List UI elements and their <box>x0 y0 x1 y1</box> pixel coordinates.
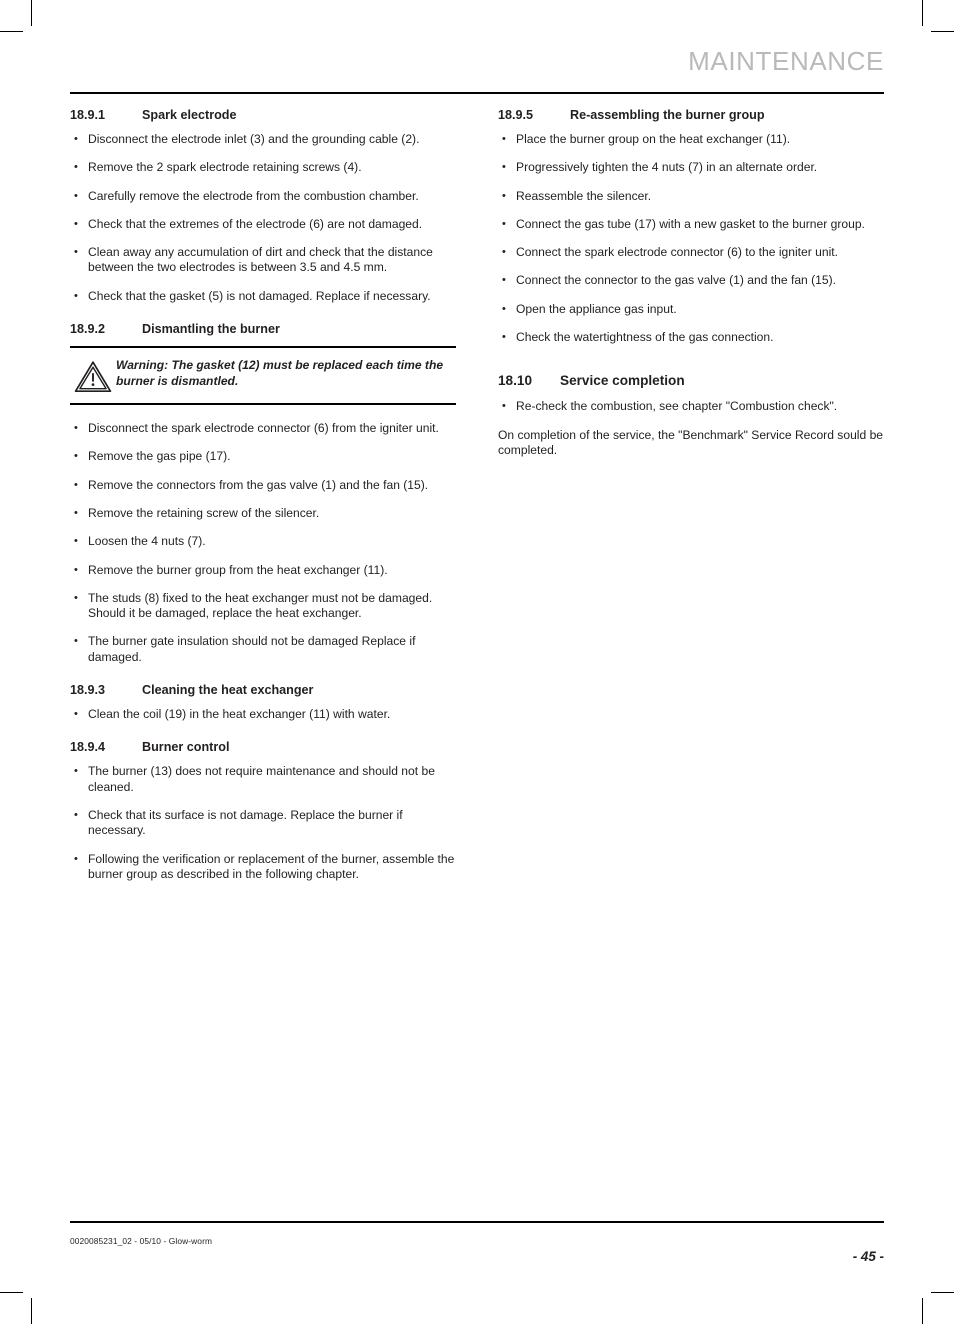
list-item: Remove the 2 spark electrode retaining s… <box>70 160 456 176</box>
closing-paragraph: On completion of the service, the "Bench… <box>498 427 884 457</box>
crop-mark-bottom-left-horizontal <box>0 1292 23 1293</box>
list-item: Reassemble the silencer. <box>498 189 884 205</box>
section-number: 18.9.1 <box>70 108 106 122</box>
warning-triangle-icon <box>70 358 116 393</box>
list-item: Disconnect the electrode inlet (3) and t… <box>70 132 456 148</box>
list-item: The burner gate insulation should not be… <box>70 634 456 665</box>
document-page: MAINTENANCE 18.9.1 Spark electrode Disco… <box>70 0 884 1324</box>
section-number: 18.10 <box>498 373 533 389</box>
section-18-9-5: 18.9.5 Re-assembling the burner group Pl… <box>498 108 884 346</box>
list-item: Following the verification or replacemen… <box>70 852 456 883</box>
bullet-list: Place the burner group on the heat excha… <box>498 132 884 346</box>
list-item: Clean away any accumulation of dirt and … <box>70 245 456 276</box>
section-number: 18.9.4 <box>70 740 106 755</box>
right-column: 18.9.5 Re-assembling the burner group Pl… <box>498 108 884 458</box>
list-item: Place the burner group on the heat excha… <box>498 132 884 148</box>
section-heading: 18.9.5 Re-assembling the burner group <box>498 108 884 122</box>
list-item: Check that the gasket (5) is not damaged… <box>70 289 456 305</box>
list-item: Check that its surface is not damage. Re… <box>70 808 456 839</box>
header-divider-rule <box>70 92 884 94</box>
list-item: Progressively tighten the 4 nuts (7) in … <box>498 160 884 176</box>
page-header: MAINTENANCE <box>70 48 884 74</box>
bullet-list: Re-check the combustion, see chapter "Co… <box>498 399 884 415</box>
left-column: 18.9.1 Spark electrode Disconnect the el… <box>70 108 456 882</box>
section-18-9-3: 18.9.3 Cleaning the heat exchanger Clean… <box>70 683 456 723</box>
crop-mark-bottom-left-vertical <box>31 1298 32 1324</box>
list-item: The burner (13) does not require mainten… <box>70 764 456 795</box>
list-item: Remove the retaining screw of the silenc… <box>70 506 456 522</box>
section-title: Burner control <box>142 740 230 755</box>
crop-mark-bottom-right-vertical <box>922 1298 923 1324</box>
section-title: Dismantling the burner <box>142 322 280 337</box>
crop-mark-top-left-vertical <box>31 0 32 26</box>
footer-page-number: - 45 - <box>852 1249 884 1264</box>
list-item: Connect the connector to the gas valve (… <box>498 273 884 289</box>
list-item: Remove the connectors from the gas valve… <box>70 478 456 494</box>
crop-mark-bottom-right-horizontal <box>931 1292 954 1293</box>
list-item: Connect the spark electrode connector (6… <box>498 245 884 261</box>
list-item: Check that the extremes of the electrode… <box>70 217 456 233</box>
section-18-10: 18.10 Service completion Re-check the co… <box>498 373 884 458</box>
list-item: Remove the burner group from the heat ex… <box>70 563 456 579</box>
list-item: Connect the gas tube (17) with a new gas… <box>498 217 884 233</box>
section-heading: 18.9.4 Burner control <box>70 740 456 754</box>
section-heading: 18.9.3 Cleaning the heat exchanger <box>70 683 456 697</box>
warning-text: Warning: The gasket (12) must be replace… <box>116 358 444 388</box>
section-title: Re-assembling the burner group <box>570 108 765 122</box>
list-item: Clean the coil (19) in the heat exchange… <box>70 707 456 723</box>
section-heading: 18.9.2 Dismantling the burner <box>70 322 456 336</box>
section-heading: 18.9.1 Spark electrode <box>70 108 456 122</box>
section-title: Service completion <box>560 373 685 389</box>
section-number: 18.9.5 <box>498 108 534 122</box>
bullet-list: Clean the coil (19) in the heat exchange… <box>70 707 456 723</box>
page-header-title: MAINTENANCE <box>688 46 884 76</box>
list-item: Disconnect the spark electrode connector… <box>70 421 456 437</box>
list-item: Open the appliance gas input. <box>498 302 884 318</box>
section-number: 18.9.2 <box>70 322 106 337</box>
list-item: Remove the gas pipe (17). <box>70 449 456 465</box>
list-item: Check the watertightness of the gas conn… <box>498 330 884 346</box>
footer-divider-rule <box>70 1221 884 1223</box>
section-heading: 18.10 Service completion <box>498 373 884 388</box>
footer-document-code: 0020085231_02 - 05/10 - Glow-worm <box>70 1236 213 1246</box>
crop-mark-top-right-vertical <box>922 0 923 26</box>
warning-callout: Warning: The gasket (12) must be replace… <box>70 346 456 406</box>
section-title: Spark electrode <box>142 108 237 122</box>
list-item: Re-check the combustion, see chapter "Co… <box>498 399 884 415</box>
bullet-list: The burner (13) does not require mainten… <box>70 764 456 882</box>
crop-mark-top-left-horizontal <box>0 31 23 32</box>
list-item: Loosen the 4 nuts (7). <box>70 534 456 550</box>
section-18-9-2: 18.9.2 Dismantling the burner Warning: T… <box>70 322 456 665</box>
section-18-9-1: 18.9.1 Spark electrode Disconnect the el… <box>70 108 456 304</box>
section-title: Cleaning the heat exchanger <box>142 683 314 698</box>
bullet-list: Disconnect the electrode inlet (3) and t… <box>70 132 456 304</box>
section-18-9-4: 18.9.4 Burner control The burner (13) do… <box>70 740 456 882</box>
list-item: The studs (8) fixed to the heat exchange… <box>70 591 456 622</box>
crop-mark-top-right-horizontal <box>931 31 954 32</box>
bullet-list: Disconnect the spark electrode connector… <box>70 421 456 665</box>
section-number: 18.9.3 <box>70 683 106 698</box>
list-item: Carefully remove the electrode from the … <box>70 189 456 205</box>
